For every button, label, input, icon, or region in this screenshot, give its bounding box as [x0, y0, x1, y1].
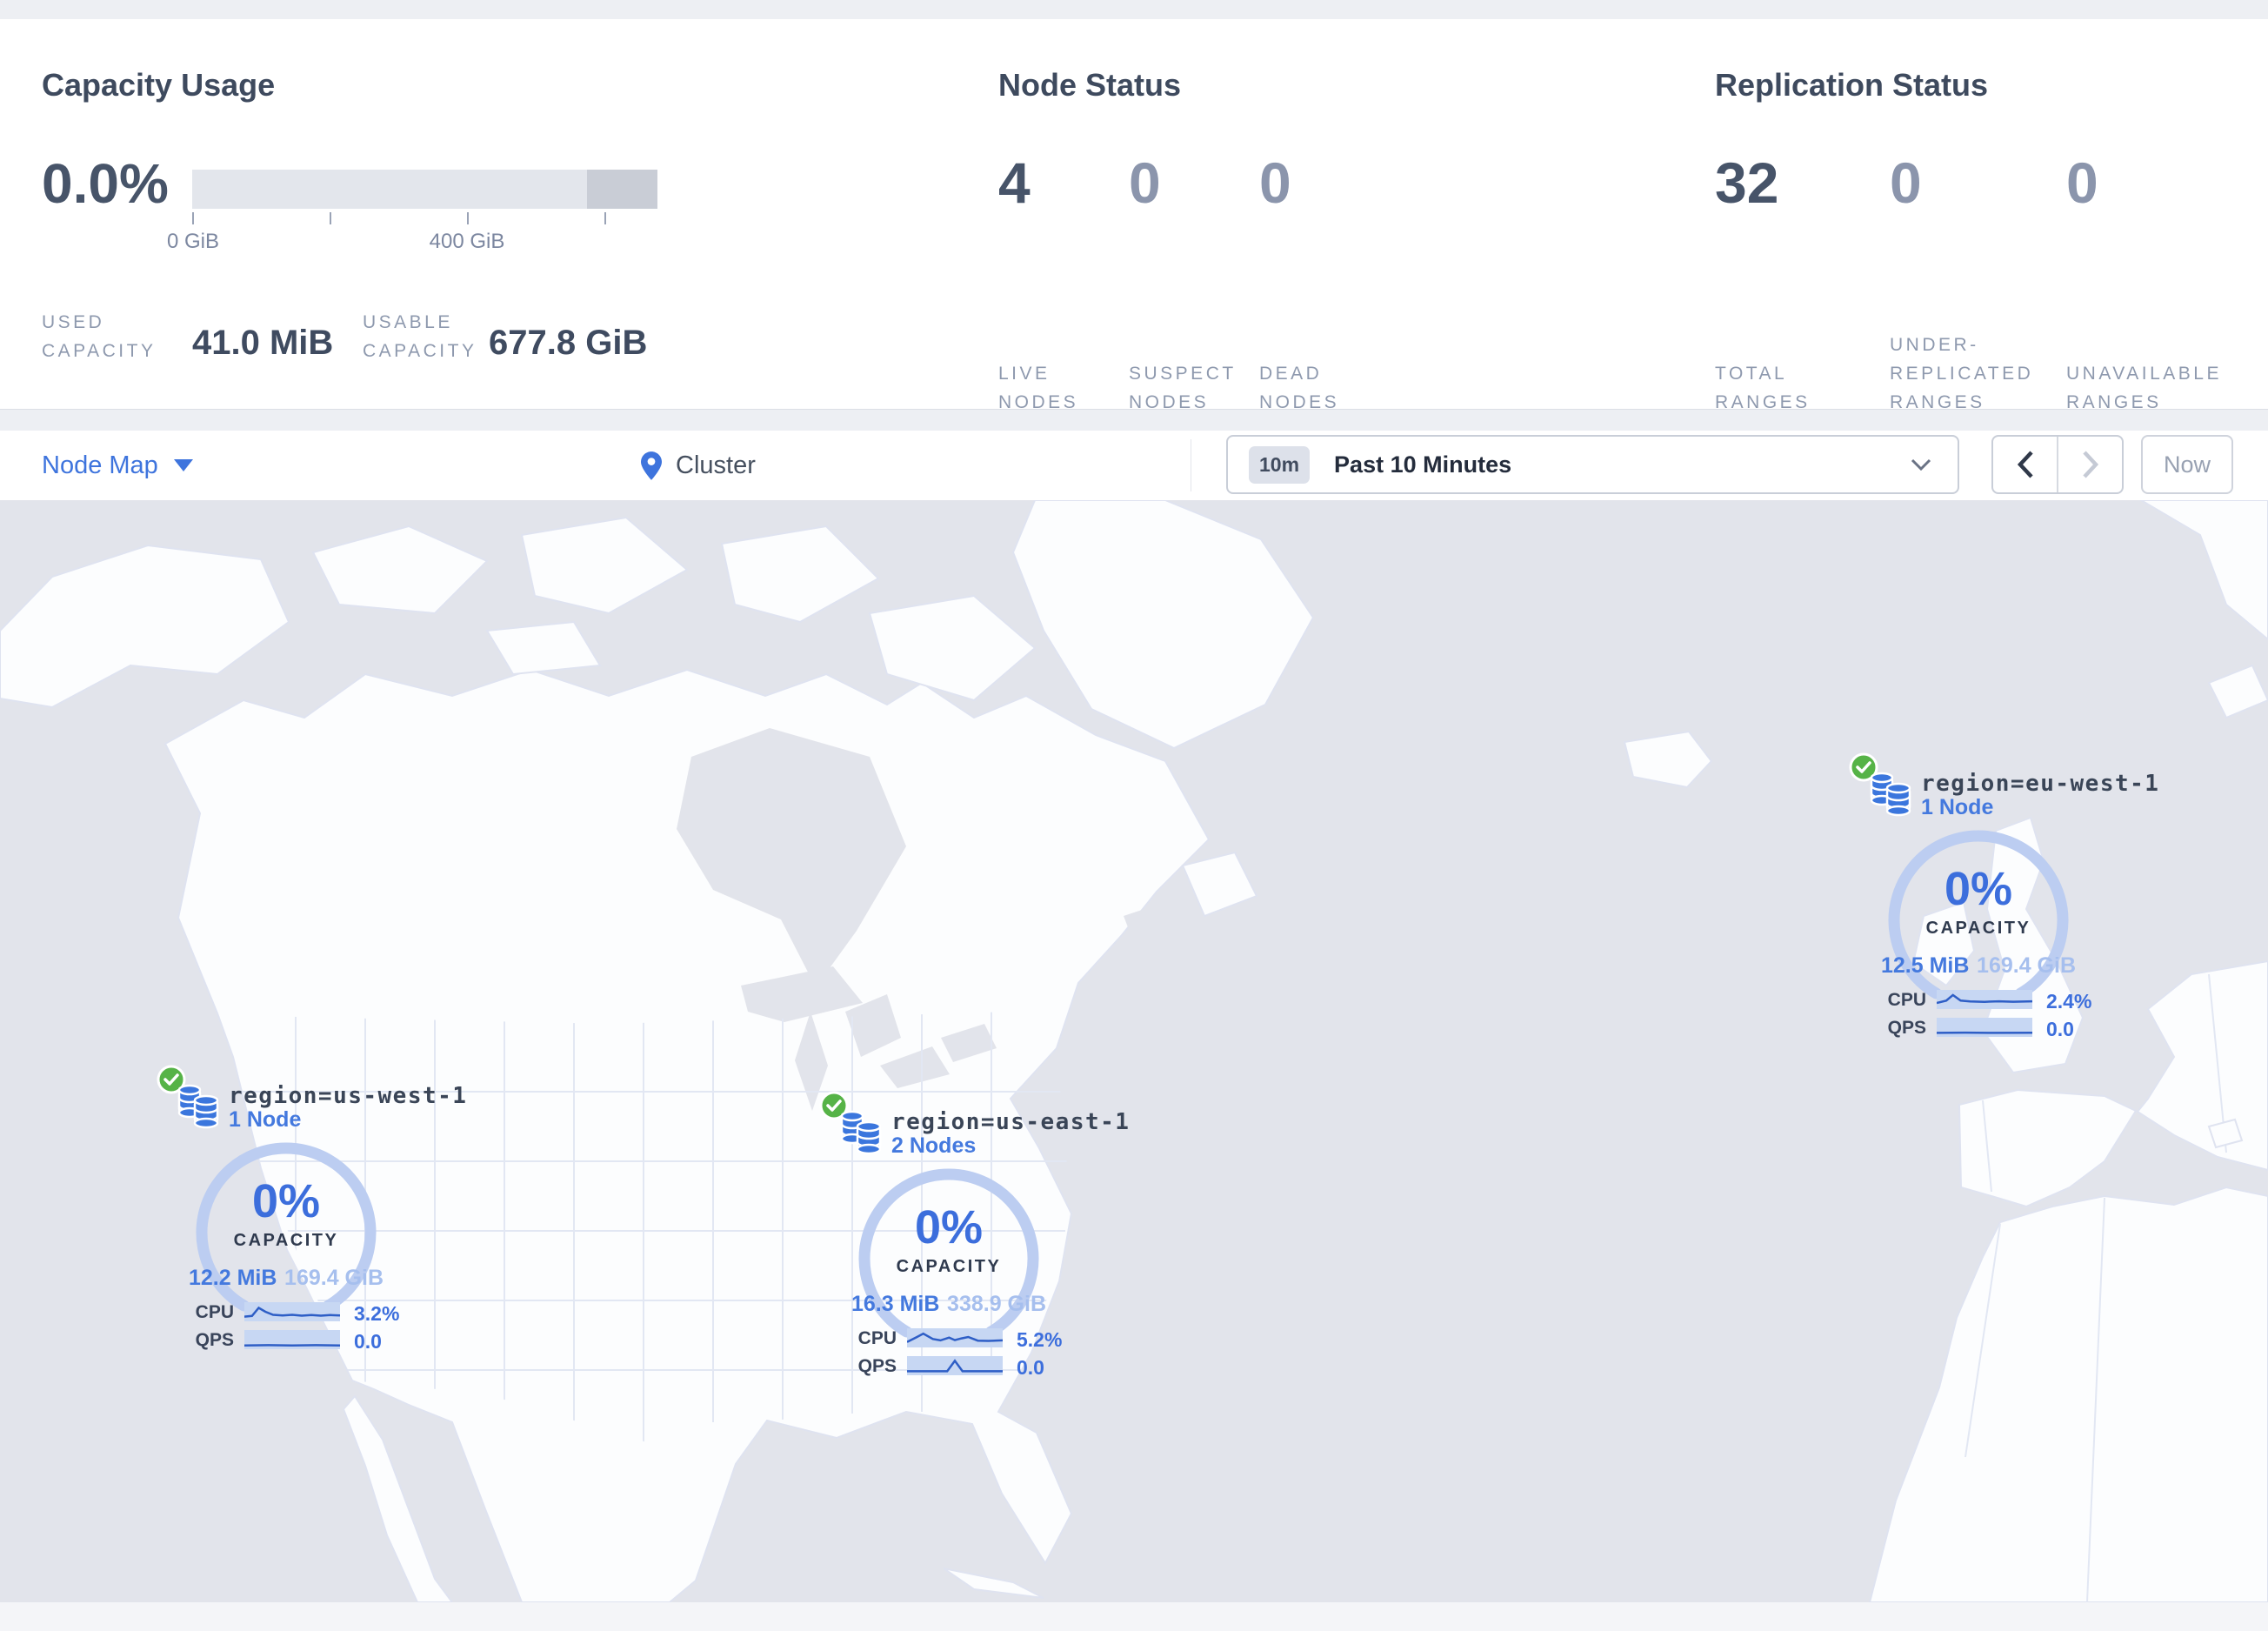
axis-tick	[192, 212, 194, 224]
live-nodes-count: 4	[998, 150, 1031, 215]
node-count-label: 2 Nodes	[891, 1133, 977, 1158]
region-label: region=eu-west-1	[1921, 771, 2160, 797]
region-marker-us-west-1[interactable]: region=us-west-1 1 Node 0% CAPACITY 12.2…	[138, 1059, 466, 1372]
cpu-value: 3.2%	[354, 1302, 400, 1325]
region-marker-us-east-1[interactable]: region=us-east-1 2 Nodes 0% CAPACITY 16.…	[801, 1085, 1129, 1398]
qps-sparkline	[1937, 1018, 2032, 1037]
region-marker-eu-west-1[interactable]: region=eu-west-1 1 Node 0% CAPACITY 12.5…	[1831, 746, 2158, 1059]
dead-nodes-label: DEAD NODES	[1259, 364, 1340, 412]
region-label: region=us-west-1	[229, 1083, 468, 1109]
breadcrumb-label: Cluster	[676, 451, 756, 479]
axis-tick	[467, 212, 469, 224]
page-footer-strip	[0, 1602, 2268, 1631]
cpu-label: CPU	[195, 1302, 234, 1322]
breadcrumb[interactable]: Cluster	[641, 431, 756, 500]
cluster-summary-panel: Capacity Usage 0.0% 0 GiB 400 GiB USED C…	[0, 19, 2268, 412]
capacity-label: CAPACITY	[1925, 919, 2031, 938]
chevron-down-icon	[173, 459, 193, 471]
under-replicated-ranges-label: UNDER- REPLICATED RANGES	[1890, 335, 2034, 412]
used-capacity-value: 41.0 MiB	[192, 324, 334, 362]
axis-tick-label: 0 GiB	[166, 230, 220, 253]
database-nodes-icon	[1870, 772, 1911, 817]
under-replicated-ranges-count: 0	[1890, 150, 1922, 215]
time-range-badge: 10m	[1249, 445, 1311, 484]
used-capacity-value: 12.5 MiB	[1881, 953, 1970, 978]
region-label: region=us-east-1	[891, 1109, 1131, 1135]
node-map[interactable]: region=us-west-1 1 Node 0% CAPACITY 12.2…	[0, 500, 2268, 1602]
node-count-label: 1 Node	[229, 1107, 302, 1132]
usable-capacity-label: USABLE CAPACITY	[363, 312, 477, 361]
chevron-down-icon	[1911, 458, 1931, 471]
qps-value: 0.0	[1017, 1356, 1044, 1379]
usable-capacity-value: 677.8 GiB	[489, 324, 648, 362]
time-step-back-button[interactable]	[1993, 437, 2057, 492]
replication-status-title: Replication Status	[1715, 67, 1989, 103]
capacity-percent: 0%	[914, 1201, 984, 1253]
time-step-buttons	[1991, 435, 2124, 494]
cluster-overview-page: Capacity Usage 0.0% 0 GiB 400 GiB USED C…	[0, 0, 2268, 1631]
cpu-label: CPU	[1887, 990, 1926, 1010]
capacity-label: CAPACITY	[233, 1231, 339, 1250]
capacity-label: CAPACITY	[896, 1257, 1002, 1276]
qps-value: 0.0	[354, 1330, 382, 1353]
live-nodes-label: LIVE NODES	[998, 364, 1079, 412]
cpu-sparkline	[1937, 990, 2032, 1009]
time-step-forward-button[interactable]	[2057, 437, 2122, 492]
qps-value: 0.0	[2046, 1018, 2074, 1040]
suspect-nodes-count: 0	[1129, 150, 1161, 215]
database-nodes-icon	[840, 1110, 882, 1155]
cpu-value: 2.4%	[2046, 990, 2092, 1013]
node-count-label: 1 Node	[1921, 795, 1994, 819]
total-ranges-count: 32	[1715, 150, 1779, 215]
capacity-usage-title: Capacity Usage	[42, 67, 276, 103]
cpu-sparkline	[244, 1302, 340, 1321]
cpu-value: 5.2%	[1017, 1328, 1063, 1351]
capacity-used-percent: 0.0%	[42, 152, 169, 215]
capacity-bar-reserved-segment	[587, 170, 657, 209]
capacity-percent: 0%	[1944, 863, 2013, 915]
view-selector-label: Node Map	[42, 451, 158, 479]
total-ranges-label: TOTAL RANGES	[1715, 364, 1811, 412]
axis-tick-label: 400 GiB	[429, 230, 505, 253]
qps-label: QPS	[1887, 1018, 1926, 1038]
database-nodes-icon	[177, 1084, 219, 1129]
unavailable-ranges-count: 0	[2066, 150, 2098, 215]
suspect-nodes-label: SUSPECT NODES	[1129, 364, 1237, 412]
time-range-label: Past 10 Minutes	[1334, 451, 1512, 478]
map-toolbar: Node Map Cluster 10m Past 10 Minutes Now	[0, 431, 2268, 500]
capacity-bar	[192, 170, 657, 209]
qps-label: QPS	[857, 1356, 897, 1376]
location-pin-icon	[641, 451, 662, 480]
time-range-selector[interactable]: 10m Past 10 Minutes	[1226, 435, 1959, 494]
cpu-label: CPU	[857, 1328, 897, 1348]
chevron-right-icon	[2082, 451, 2098, 478]
used-capacity-label: USED CAPACITY	[42, 312, 157, 361]
qps-sparkline	[244, 1330, 340, 1349]
now-button[interactable]: Now	[2141, 435, 2233, 494]
chevron-left-icon	[2017, 451, 2033, 478]
node-status-title: Node Status	[998, 67, 1182, 103]
total-capacity-value: 169.4 GiB	[1977, 953, 2076, 978]
total-capacity-value: 338.9 GiB	[947, 1292, 1046, 1316]
view-selector-dropdown[interactable]: Node Map	[42, 431, 193, 500]
capacity-percent: 0%	[251, 1175, 321, 1227]
qps-label: QPS	[195, 1330, 234, 1350]
cpu-sparkline	[907, 1328, 1003, 1347]
unavailable-ranges-label: UNAVAILABLE RANGES	[2066, 364, 2222, 412]
total-capacity-value: 169.4 GiB	[284, 1266, 384, 1290]
axis-tick	[604, 212, 606, 224]
used-capacity-value: 16.3 MiB	[851, 1292, 940, 1316]
axis-tick	[330, 212, 331, 224]
used-capacity-value: 12.2 MiB	[189, 1266, 277, 1290]
qps-sparkline	[907, 1356, 1003, 1375]
dead-nodes-count: 0	[1259, 150, 1291, 215]
